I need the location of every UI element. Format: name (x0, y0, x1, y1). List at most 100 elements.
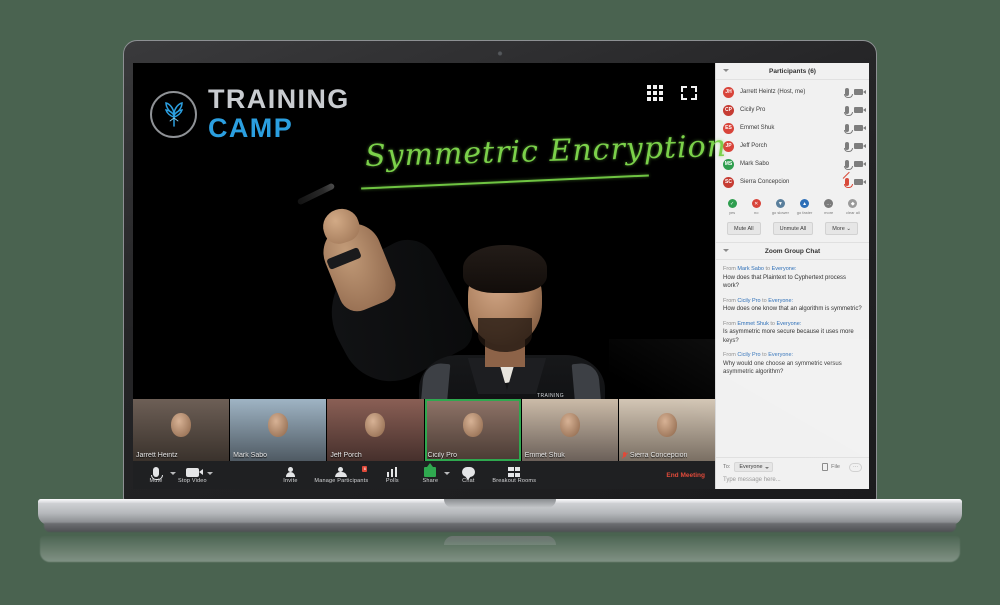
participant-name: Jarrett Heintz (Host, me) (740, 89, 806, 95)
chat-from-label: From (723, 352, 738, 358)
exit-fullscreen-icon[interactable] (681, 86, 697, 100)
file-icon (822, 463, 829, 471)
chat-recipient-select[interactable]: Everyone (734, 462, 773, 472)
reaction-go-faster[interactable]: ▲ go faster (794, 199, 816, 215)
mic-icon[interactable] (843, 106, 853, 116)
button-unmute-all[interactable]: Unmute All (772, 222, 814, 235)
thumbnail-face (365, 413, 386, 438)
camera-icon[interactable] (854, 143, 866, 149)
chevron-up-icon[interactable] (444, 472, 451, 475)
polls-bar-icon (386, 466, 398, 477)
participant-status-icons (843, 106, 866, 116)
participant-thumbnail[interactable]: Jarrett Heintz (133, 399, 231, 461)
chat-panel-header[interactable]: Zoom Group Chat (716, 243, 869, 260)
chat-message-meta: From Cicily Pro to Everyone: (723, 352, 862, 358)
thumbnail-name-text: Emmet Shuk (524, 452, 565, 459)
side-panel: Participants (6) JH Jarrett Heintz (Host,… (715, 63, 869, 489)
logo-wordmark: TRAINING CAMP (208, 86, 350, 142)
thumbnail-face (559, 413, 580, 438)
toolbar-item-chat[interactable]: Chat (451, 466, 485, 484)
chat-message-input[interactable]: Type message here... (723, 477, 862, 483)
chevron-down-icon[interactable] (723, 69, 729, 72)
share-screen-icon (424, 463, 437, 477)
toolbar-item-invite[interactable]: Invite (273, 466, 307, 484)
chat-message-text: Is asymmetric more secure because it use… (723, 329, 854, 344)
avatar: JH (723, 86, 734, 98)
chat-sender-name[interactable]: Cicily Pro (737, 352, 760, 358)
chat-file-label: File (831, 464, 840, 470)
mic-muted-icon[interactable] (843, 178, 853, 188)
chat-more-button[interactable]: ··· (849, 462, 862, 472)
participant-action-buttons: Mute All Unmute All More ⌄ (716, 219, 869, 242)
mic-icon[interactable] (843, 142, 853, 152)
toolbar-item-breakout-rooms[interactable]: Breakout Rooms (489, 466, 539, 484)
training-camp-emblem-icon (150, 90, 197, 138)
chat-to-label: To: (723, 464, 731, 470)
chat-sender-name[interactable]: Mark Sabo (737, 266, 764, 272)
mic-icon[interactable] (843, 124, 853, 134)
thumbnail-face (656, 413, 677, 438)
camera-icon[interactable] (854, 161, 866, 167)
laptop-frame: TRAINING CAMP TRAINING Symmetric Encrypt… (123, 40, 877, 502)
camera-icon[interactable] (854, 179, 866, 185)
toolbar-item-share[interactable]: Share (413, 463, 451, 484)
camera-icon[interactable] (854, 107, 866, 113)
chat-message-text: How does one know that an algorithm is s… (723, 306, 862, 312)
participant-thumbnail-strip: Jarrett Heintz Mark Sabo Jeff Porch Cicily … (133, 399, 716, 461)
participants-panel-title: Participants (6) (769, 67, 816, 75)
reaction-clear-all[interactable]: ◆ clear all (842, 199, 864, 215)
participant-name: Mark Sabo (740, 161, 770, 167)
laptop-base-notch (444, 499, 556, 508)
toolbar-item-polls[interactable]: Polls (375, 466, 409, 484)
button-mute-all[interactable]: Mute All (727, 222, 761, 235)
button-more[interactable]: More ⌄ (825, 222, 858, 235)
participant-row[interactable]: ES Emmet Shuk (716, 119, 869, 137)
participant-thumbnail[interactable]: Cicily Pro (424, 399, 522, 461)
chat-from-label: From (723, 297, 738, 304)
participant-row[interactable]: JH Jarrett Heintz (Host, me) (716, 83, 869, 101)
participant-thumbnail[interactable]: Sierra Concepcion (618, 399, 716, 461)
toolbar-item-stop-video[interactable]: Stop Video (175, 466, 213, 484)
reaction-more[interactable]: … more (818, 199, 840, 215)
chat-to-label: to (763, 266, 772, 272)
chat-message: From Cicily Pro to Everyone: How does one… (723, 298, 862, 314)
thumbnail-face (171, 413, 192, 438)
end-meeting-button[interactable]: End Meeting (666, 472, 705, 479)
reaction-go-slower[interactable]: ▼ go slower (769, 199, 791, 215)
reaction-label: go faster (796, 210, 813, 215)
camera-icon[interactable] (854, 89, 866, 95)
reaction-yes[interactable]: ✓ yes (721, 199, 743, 215)
participant-row[interactable]: MS Mark Sabo (716, 155, 869, 173)
reaction-no[interactable]: ✕ no (745, 199, 767, 215)
thumbnail-face (462, 413, 483, 438)
participant-thumbnail[interactable]: Mark Sabo (230, 399, 328, 461)
participant-thumbnail[interactable]: Emmet Shuk (521, 399, 619, 461)
toolbar-item-mute[interactable]: Mute (139, 466, 176, 484)
chat-sender-name[interactable]: Emmet Shuk (737, 321, 768, 327)
participant-row[interactable]: CP Cicily Pro (716, 101, 869, 119)
chevron-down-icon[interactable] (723, 249, 729, 252)
camera-icon[interactable] (854, 125, 866, 131)
toolbar-center-group: Invite 6 Manage Participants Polls Share Chat… (273, 463, 539, 484)
participants-panel-header[interactable]: Participants (6) (716, 63, 869, 80)
mic-icon[interactable] (843, 160, 853, 170)
chevron-up-icon[interactable] (206, 472, 213, 475)
laptop-screen: TRAINING CAMP TRAINING Symmetric Encrypt… (133, 63, 869, 489)
toolbar-item-manage-participants[interactable]: 6 Manage Participants (311, 466, 371, 484)
chat-to-label: to (768, 320, 777, 327)
chat-file-button[interactable]: File (822, 463, 840, 471)
participant-row[interactable]: SC Sierra Concepcion (716, 173, 869, 191)
thumbnail-name: Jeff Porch (330, 452, 361, 459)
presenter-marker (296, 182, 336, 206)
camera-icon (185, 466, 203, 477)
participant-thumbnail[interactable]: Jeff Porch (327, 399, 425, 461)
toolbar-item-label: Stop Video (178, 478, 207, 484)
chat-sender-name[interactable]: Cicily Pro (737, 298, 760, 304)
gallery-view-icon[interactable] (647, 85, 663, 101)
participant-row[interactable]: JP Jeff Porch (716, 137, 869, 155)
mic-icon[interactable] (843, 88, 853, 98)
thumbnail-face (268, 413, 289, 438)
microphone-icon (151, 466, 163, 480)
participants-icon (334, 466, 348, 477)
chat-recipient-name: Everyone: (768, 352, 794, 358)
